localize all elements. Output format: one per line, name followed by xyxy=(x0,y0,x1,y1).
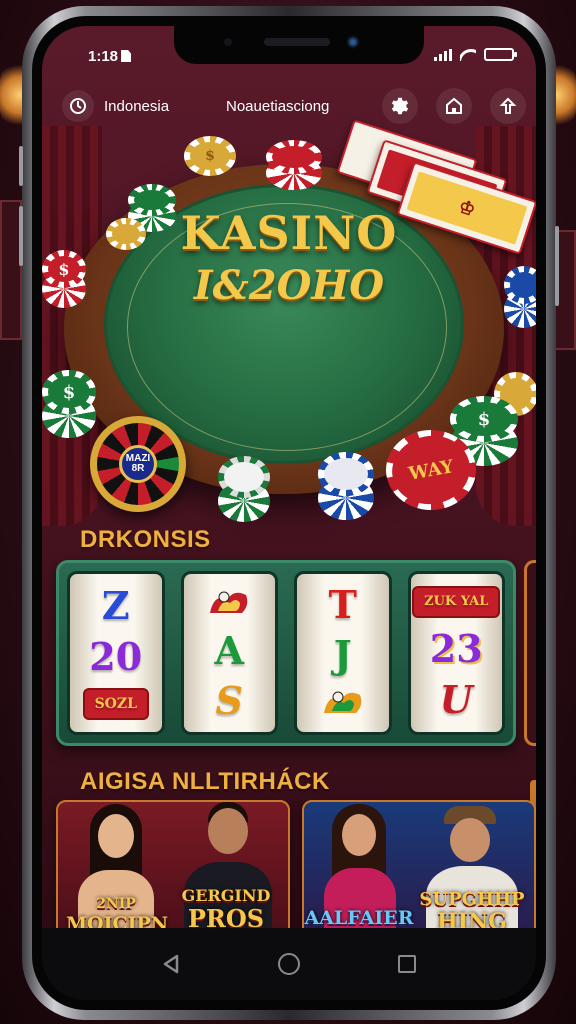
card-face: ♔ xyxy=(406,171,528,245)
chip xyxy=(106,218,146,250)
language-label: Indonesia xyxy=(104,97,170,115)
chip xyxy=(318,452,374,496)
chip-stack xyxy=(318,452,374,524)
reel-symbol: S xyxy=(215,678,243,723)
host-head xyxy=(98,814,134,858)
power-button xyxy=(555,226,559,306)
home-icon[interactable] xyxy=(269,944,309,984)
hero-subtitle: I&2OHO xyxy=(193,262,385,309)
host-head xyxy=(342,814,376,856)
volume-button xyxy=(19,146,23,186)
reel-symbol: Z xyxy=(101,582,130,628)
signal-icon xyxy=(434,48,452,61)
chip: $ xyxy=(184,136,236,176)
roulette-wheel: MAZI 8R xyxy=(90,416,186,512)
slots-section-title: DRKONSIS xyxy=(80,526,211,553)
gear-icon[interactable] xyxy=(382,88,418,124)
reel-symbol: ZUK YAL xyxy=(412,585,501,618)
live-hosts-row: 2NIP MOICIPN GERGIND PROS AALFAIER SUPGH… xyxy=(56,800,536,942)
chip xyxy=(218,456,270,498)
chip: $ xyxy=(42,370,96,414)
battery-icon xyxy=(484,48,517,61)
hero-banner[interactable]: KASINO I&2OHO ♣ AMO ♔ $ xyxy=(42,119,536,526)
share-icon[interactable] xyxy=(490,88,526,124)
reel-symbol: 20 xyxy=(89,633,143,679)
reel-symbol: J xyxy=(333,632,352,677)
reel-symbol: 23 xyxy=(429,625,483,671)
chip-face xyxy=(510,272,536,298)
host-label-top: GERGIND xyxy=(181,886,271,905)
chip xyxy=(266,140,322,174)
flame-icon xyxy=(204,585,254,621)
host-card[interactable]: 2NIP MOICIPN GERGIND PROS xyxy=(56,800,290,942)
chip-face: WAY xyxy=(386,429,476,511)
host-head xyxy=(208,808,248,854)
live-section-title: AIGISA NLLTIRHÁCK xyxy=(80,768,330,795)
chip-face: $ xyxy=(48,256,80,282)
reel-symbol: U xyxy=(439,677,473,723)
header-title: Noauetiasciong xyxy=(226,98,330,115)
chip-face xyxy=(324,458,368,490)
recents-icon[interactable] xyxy=(387,944,427,984)
status-time: 1:18 xyxy=(88,48,132,65)
sim-icon xyxy=(121,50,132,62)
host-label-bottom: AALFAIER xyxy=(304,907,414,929)
reel-symbol: A xyxy=(214,628,244,673)
sensor-dot xyxy=(224,38,232,46)
chip: WAY xyxy=(386,429,476,511)
chip-face xyxy=(134,190,170,210)
status-icons xyxy=(434,48,517,61)
front-camera xyxy=(346,35,360,49)
slot-reel: Z 20 SOZL xyxy=(67,571,165,735)
back-icon[interactable] xyxy=(151,944,191,984)
notch xyxy=(174,26,424,64)
phone-bezel: 1:18 Indonesia Noauetiasciong KASINO I&2… xyxy=(32,16,546,1010)
host-label: AALFAIER xyxy=(304,908,414,928)
host-card[interactable]: AALFAIER SUPGHHP HING xyxy=(302,800,536,942)
app-header: Indonesia Noauetiasciong xyxy=(42,84,536,128)
wifi-icon xyxy=(460,49,476,61)
flame-icon xyxy=(318,685,368,721)
chip: $ xyxy=(450,396,518,442)
slot-machine-card[interactable]: Z 20 SOZL A S T J ZUK YAL 23 U xyxy=(56,560,516,746)
slot-reel: T J xyxy=(294,571,392,735)
earpiece-speaker xyxy=(264,38,330,46)
recents-square xyxy=(398,955,416,973)
chip-face: $ xyxy=(48,376,90,408)
host-label-top: SUPGHHP xyxy=(419,889,525,910)
language-selector[interactable]: Indonesia xyxy=(62,90,169,122)
volume-button xyxy=(19,206,23,266)
host-label-top: 2NIP xyxy=(96,896,136,912)
chip-stack xyxy=(504,266,536,332)
roulette-hub: MAZI 8R xyxy=(119,445,157,483)
host-label: GERGIND PROS xyxy=(168,886,284,932)
system-nav-bar xyxy=(42,928,536,1000)
reel-symbol: T xyxy=(328,582,357,627)
reel-symbol: SOZL xyxy=(82,688,149,721)
slot-reel: A S xyxy=(180,571,278,735)
chip-face xyxy=(224,462,264,492)
chip-stack xyxy=(266,140,322,196)
home-circle xyxy=(278,953,300,975)
chip-stack xyxy=(218,456,270,526)
chip-stack: $ xyxy=(42,370,96,442)
host-head xyxy=(450,818,490,862)
phone-frame: 1:18 Indonesia Noauetiasciong KASINO I&2… xyxy=(19,6,559,1020)
playing-cards: ♣ AMO ♔ xyxy=(336,119,536,255)
app-screen: 1:18 Indonesia Noauetiasciong KASINO I&2… xyxy=(42,26,536,1000)
next-slot-peek[interactable] xyxy=(524,560,536,746)
chip-stack: $ xyxy=(42,250,86,312)
chip: $ xyxy=(42,250,86,288)
chip xyxy=(504,266,536,304)
chip xyxy=(128,184,176,216)
chip-face xyxy=(272,146,316,168)
home-icon[interactable] xyxy=(436,88,472,124)
slot-reel: ZUK YAL 23 U xyxy=(407,571,505,735)
status-bar: 1:18 xyxy=(42,26,536,72)
clock-icon xyxy=(62,90,94,122)
header-actions xyxy=(382,88,526,124)
chip-face: $ xyxy=(190,142,230,170)
chip-face: $ xyxy=(456,402,512,436)
chip-face xyxy=(112,224,140,244)
